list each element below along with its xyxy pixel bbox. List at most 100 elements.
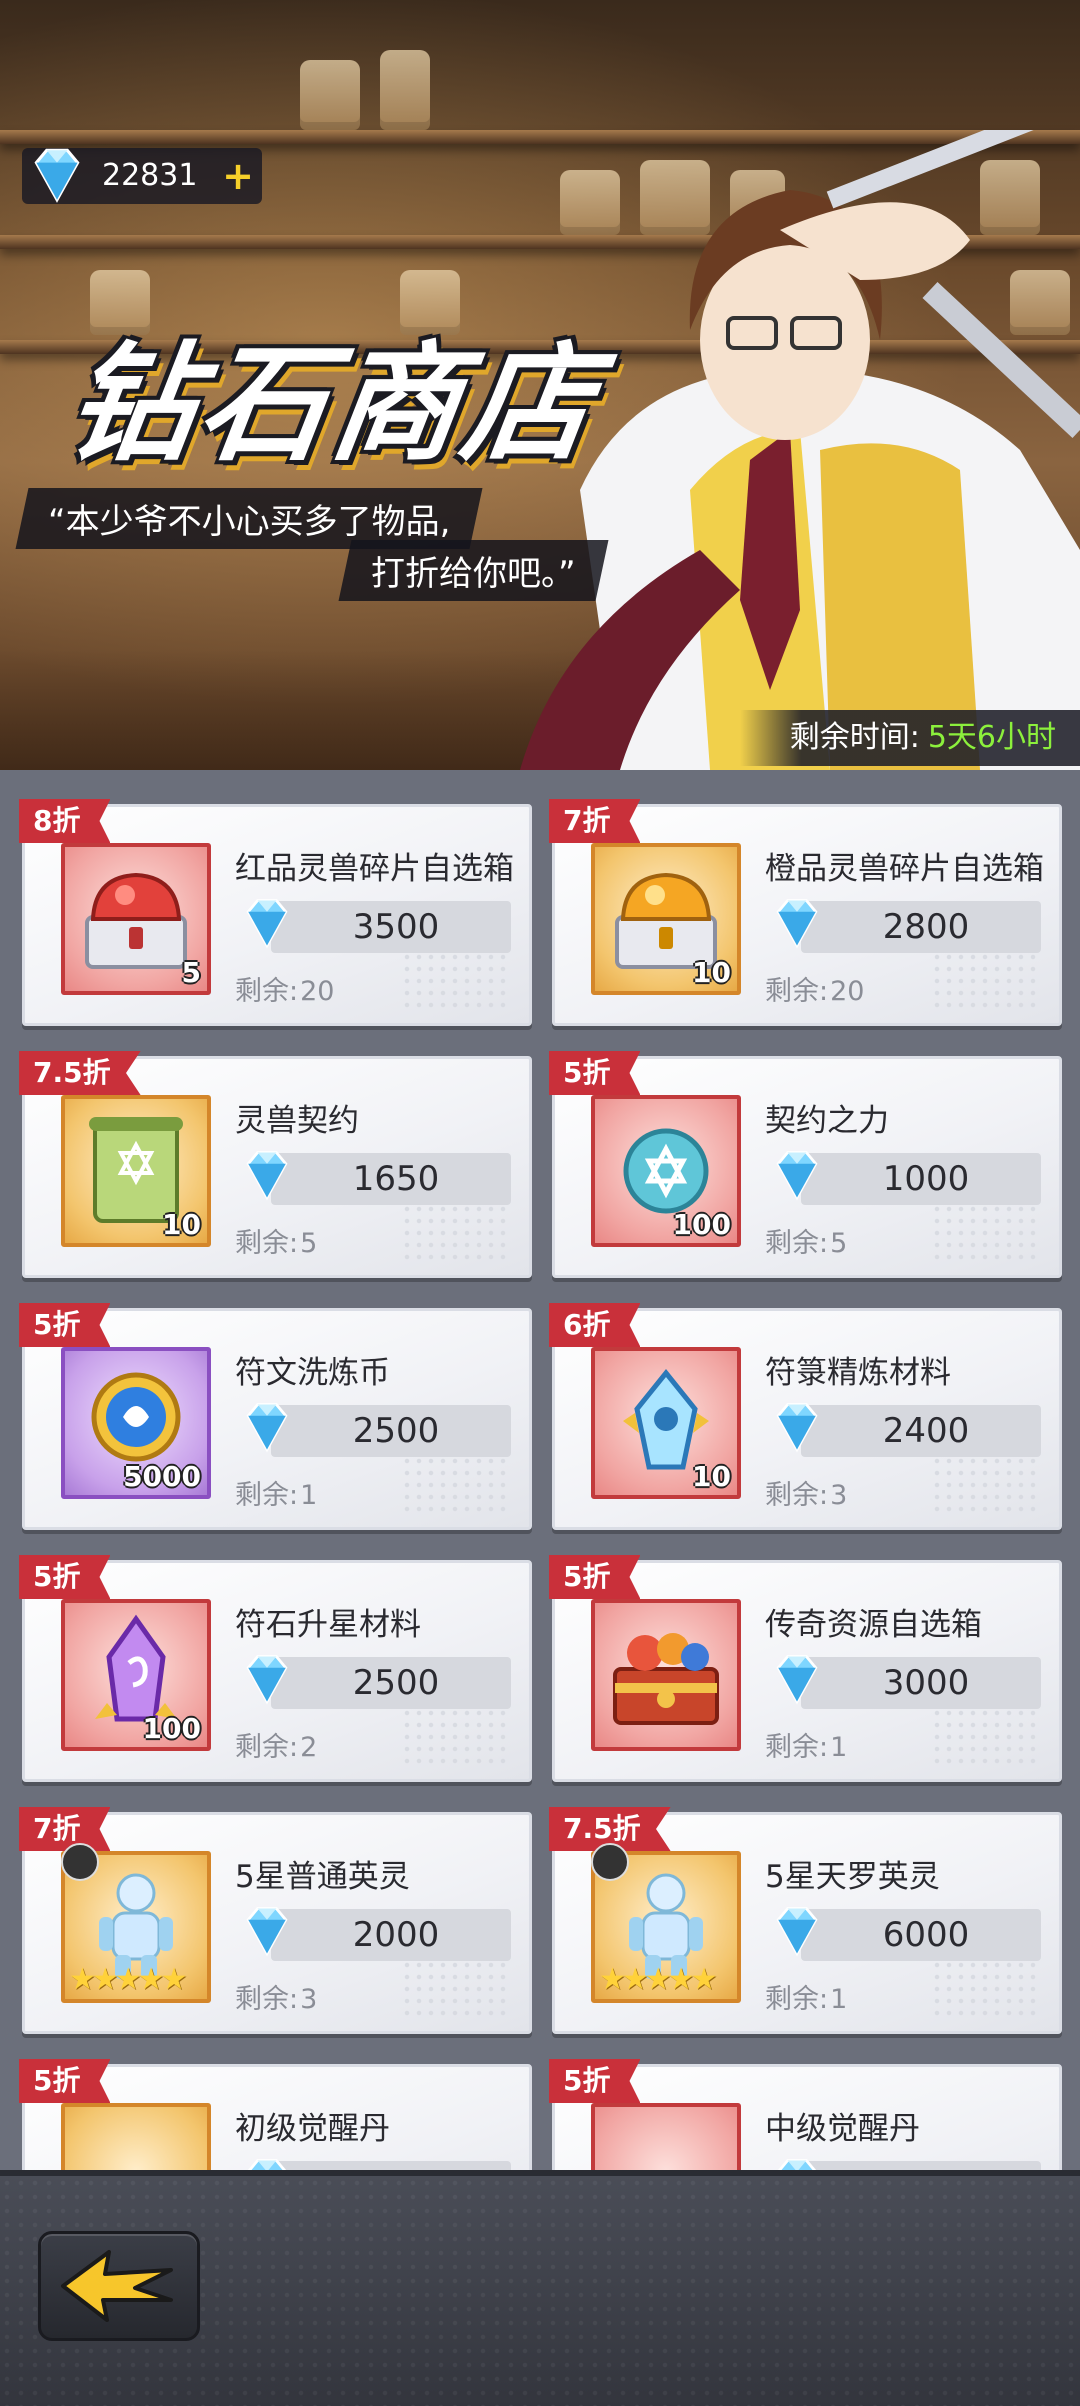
item-icon-frame[interactable] (591, 1599, 741, 1751)
item-icon-frame[interactable]: 10 (61, 1095, 211, 1247)
item-name: 灵兽契约 (235, 1103, 359, 1139)
jar (380, 50, 430, 130)
item-name: 符文洗炼币 (235, 1355, 390, 1391)
discount-ribbon: 5折 (19, 2059, 111, 2103)
shop-item-card[interactable]: 7折 ★★★★★ 5星普通英灵 2000 剩余:3 (19, 1807, 532, 2034)
item-name: 初级觉醒丹 (235, 2111, 390, 2147)
remain-label: 剩余: (235, 1732, 299, 1763)
item-name: 红品灵兽碎片自选箱 (235, 851, 514, 887)
remain-label: 剩余: (235, 976, 299, 1007)
diamond-icon (246, 1403, 288, 1453)
shop-item-card[interactable]: 5折 100 契约之力 1000 剩余:5 (549, 1051, 1062, 1278)
remaining-stock: 剩余:3 (765, 1473, 847, 1512)
item-price (801, 2161, 1041, 2170)
remaining-stock: 剩余:1 (765, 1725, 847, 1764)
remain-label: 剩余: (765, 1480, 829, 1511)
item-icon-frame[interactable] (591, 2103, 741, 2170)
item-price: 6000 (882, 1915, 970, 1955)
shop-item-card[interactable]: 5折 5000 符文洗炼币 2500 剩余:1 (19, 1303, 532, 1530)
remain-count: 20 (300, 976, 335, 1007)
shop-item-card[interactable]: 7折 10 橙品灵兽碎片自选箱 2800 剩余:20 (549, 799, 1062, 1026)
jar (300, 60, 360, 130)
item-price: 3500 (352, 907, 440, 947)
remain-count: 1 (300, 1480, 318, 1511)
back-button[interactable] (38, 2231, 200, 2341)
quote-line-1-text: “本少爷不小心买多了物品, (48, 502, 451, 542)
shop-item-card[interactable]: 6折 10 符箓精炼材料 2400 剩余:3 (549, 1303, 1062, 1530)
discount-ribbon: 7折 (19, 1807, 111, 1851)
diamond-icon (247, 2159, 287, 2170)
discount-ribbon: 5折 (549, 1555, 641, 1599)
item-icon-frame[interactable]: 10 (591, 1347, 741, 1499)
remaining-stock: 剩余:2 (235, 1725, 317, 1764)
item-name: 5星普通英灵 (235, 1859, 410, 1895)
diamond-icon (776, 1403, 818, 1453)
item-grid[interactable]: 8折 5 红品灵兽碎片自选箱 3500 剩余:20 7折 10 橙品灵兽碎片自选箱 2800 剩余… (0, 770, 1080, 2170)
discount-ribbon: 5折 (549, 1051, 641, 1095)
item-name: 传奇资源自选箱 (765, 1607, 982, 1643)
item-quantity: 5 (181, 956, 201, 989)
item-price: 3000 (882, 1663, 970, 1703)
item-icon-frame[interactable] (61, 2103, 211, 2170)
timer-label: 剩余时间: (789, 720, 920, 755)
shop-item-card[interactable]: 5折 100 符石升星材料 2500 剩余:2 (19, 1555, 532, 1782)
item-price: 2500 (352, 1411, 440, 1451)
remain-count: 3 (300, 1984, 318, 2015)
shop-item-card[interactable]: 7.5折 ★★★★★ 5星天罗英灵 6000 剩余:1 (549, 1807, 1062, 2034)
remain-label: 剩余: (765, 1732, 829, 1763)
item-quantity: 10 (692, 1460, 731, 1493)
discount-ribbon: 7折 (549, 799, 641, 843)
discount-ribbon: 5折 (549, 2059, 641, 2103)
class-badge-icon (591, 1843, 629, 1881)
shop-item-card[interactable]: 5折初级觉醒丹 (19, 2059, 532, 2170)
item-price: 1000 (882, 1159, 970, 1199)
shop-item-card[interactable]: 5折传奇资源自选箱 3000 剩余:1 (549, 1555, 1062, 1782)
class-badge-icon (61, 1843, 99, 1881)
item-quantity: 100 (142, 1712, 201, 1745)
shop-item-card[interactable]: 5折 中级觉醒丹 (549, 2059, 1062, 2170)
diamond-balance: 22831 + (22, 148, 262, 204)
item-quantity: 5000 (123, 1460, 201, 1493)
remaining-stock: 剩余:1 (235, 1473, 317, 1512)
discount-ribbon: 5折 (19, 1555, 111, 1599)
item-price (271, 2161, 511, 2170)
remain-count: 1 (830, 1732, 848, 1763)
shop-item-card[interactable]: 8折 5 红品灵兽碎片自选箱 3500 剩余:20 (19, 799, 532, 1026)
item-price: 1650 (352, 1159, 440, 1199)
item-icon-frame[interactable]: 5000 (61, 1347, 211, 1499)
remaining-stock: 剩余:20 (765, 969, 864, 1008)
diamond-icon (246, 1907, 288, 1957)
shop-item-card[interactable]: 7.5折 10 灵兽契约 1650 剩余:5 (19, 1051, 532, 1278)
remain-count: 20 (830, 976, 865, 1007)
treasure-chest-icon (613, 1633, 719, 1725)
item-price: 2500 (352, 1663, 440, 1703)
item-quantity: 100 (672, 1208, 731, 1241)
item-icon-frame[interactable]: 100 (591, 1095, 741, 1247)
remain-label: 剩余: (235, 1984, 299, 2015)
blue-pill-icon (65, 2107, 207, 2170)
diamond-icon (34, 148, 80, 203)
remain-count: 2 (300, 1732, 318, 1763)
star-rating: ★★★★★ (599, 1962, 718, 1997)
item-price: 2400 (882, 1411, 970, 1451)
star-rating: ★★★★★ (69, 1962, 188, 1997)
diamond-icon (776, 1151, 818, 1201)
item-name: 符箓精炼材料 (765, 1355, 951, 1391)
item-quantity: 10 (692, 956, 731, 989)
remaining-stock: 剩余:5 (765, 1221, 847, 1260)
quote-line-2: 打折给你吧。” (338, 540, 609, 601)
remain-label: 剩余: (765, 1984, 829, 2015)
shop-title: 钻石商店 (57, 330, 607, 479)
remain-count: 5 (830, 1228, 848, 1259)
item-name: 橙品灵兽碎片自选箱 (765, 851, 1044, 887)
diamond-icon (246, 1655, 288, 1705)
item-icon-frame[interactable]: 10 (591, 843, 741, 995)
item-icon-frame[interactable]: 5 (61, 843, 211, 995)
item-icon-frame[interactable]: 100 (61, 1599, 211, 1751)
discount-ribbon: 6折 (549, 1303, 641, 1347)
remaining-stock: 剩余:3 (235, 1977, 317, 2016)
plus-icon[interactable]: + (222, 154, 254, 198)
remain-count: 3 (830, 1480, 848, 1511)
timer-value: 5天6小时 (927, 720, 1056, 755)
remaining-stock: 剩余:5 (235, 1221, 317, 1260)
